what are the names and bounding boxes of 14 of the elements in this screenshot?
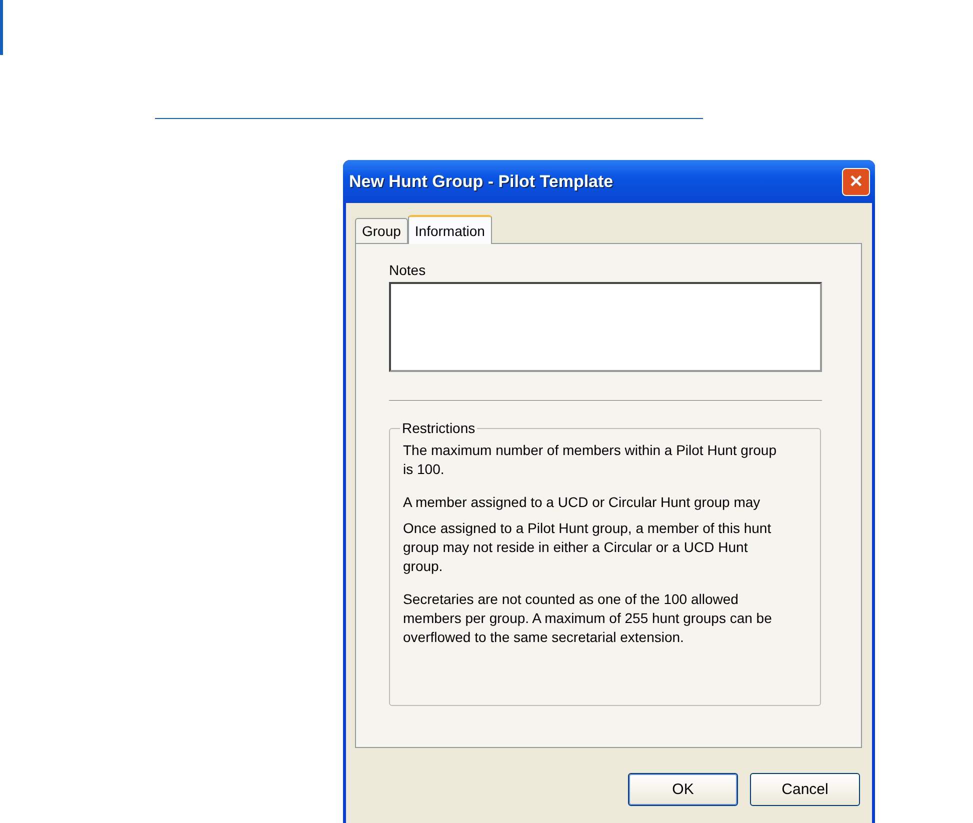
tab[interactable]: Group <box>355 218 408 243</box>
group-title: Restrictions <box>400 420 478 436</box>
dialog-button[interactable]: OK <box>628 773 738 806</box>
accent-bar <box>0 0 3 55</box>
window-title: New Hunt Group - Pilot Template <box>349 172 614 192</box>
notes-label: Notes <box>389 262 427 278</box>
dialog-button[interactable]: Cancel <box>750 773 860 806</box>
tab[interactable]: Information <box>408 215 492 244</box>
restriction-text: Once assigned to a Pilot Hunt group, a member of this hunt group may not reside in either a Circular or a UCD Hunt group. <box>403 519 772 576</box>
restriction-text: The maximum number of members within a Pilot Hunt group is 100. <box>403 441 778 479</box>
restriction-text: A member assigned to a UCD or Circular Hunt group may <box>403 493 762 512</box>
close-button[interactable]: ✕ <box>842 168 870 196</box>
restriction-text: Secretaries are not counted as one of the 100 allowed members per group. A maximum of 255 hunt groups can be overflowed to the same secretarial extension. <box>403 590 773 647</box>
notes-field[interactable] <box>389 282 822 372</box>
